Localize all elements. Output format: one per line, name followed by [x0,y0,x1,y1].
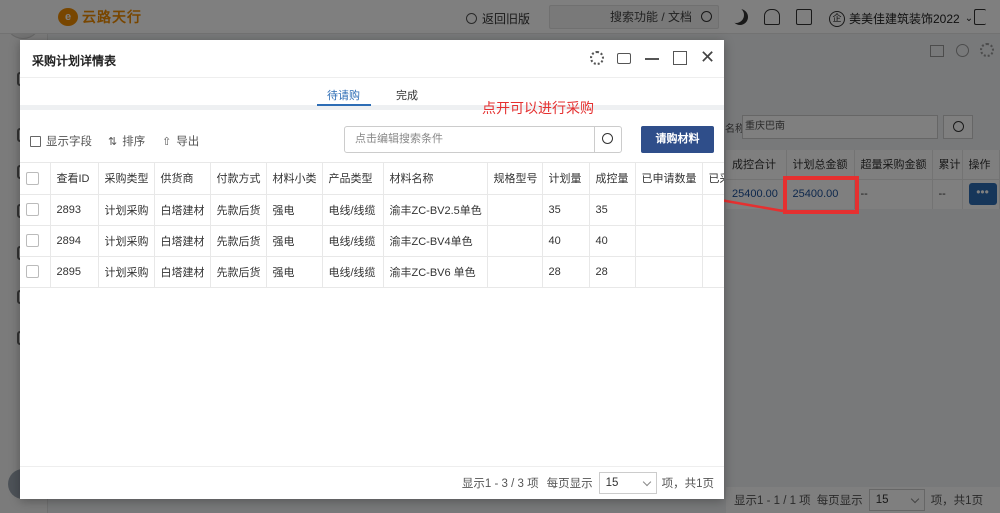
cell [487,256,543,288]
cell: 电线/线缆 [322,225,384,257]
table-header-row: 查看ID 采购类型 供货商 付款方式 材料小类 产品类型 材料名称 规格型号 计… [20,163,724,195]
column-header[interactable]: 供货商 [154,163,211,195]
cell [635,256,703,288]
close-icon[interactable]: ✕ [700,48,715,66]
cell: 渝丰ZC-BV6 单色 [383,256,488,288]
column-header[interactable]: 材料名称 [383,163,488,195]
cell: 白塔建材 [154,256,211,288]
page-size-select[interactable]: 15 [598,472,657,494]
cell: 电线/线缆 [322,194,384,226]
sort-label: 排序 [122,136,146,148]
cell: 28 [589,256,636,288]
search-placeholder: 点击编辑搜索条件 [355,133,443,145]
cell: 35 [589,194,636,226]
cell [702,225,724,257]
cell: 40 [542,225,590,257]
column-header[interactable]: 付款方式 [210,163,267,195]
export-button[interactable]: ⇧ 导出 [162,133,199,149]
cell: 计划采购 [98,256,155,288]
cell: 强电 [266,225,323,257]
page-summary: 显示1 - 3 / 3 项 [461,478,539,490]
column-header[interactable]: 采购类型 [98,163,155,195]
gear-icon[interactable] [590,51,604,65]
request-materials-button[interactable]: 请购材料 [641,126,714,153]
select-all-checkbox[interactable] [26,171,39,185]
sort-button[interactable]: ⇅ 排序 [108,133,145,149]
cell: 2895 [50,256,99,288]
row-checkbox[interactable] [26,203,39,216]
cell: 强电 [266,194,323,226]
search-button[interactable] [594,127,621,152]
cell [702,194,724,226]
column-header[interactable]: 产品类型 [322,163,384,195]
per-page-label: 每页显示 [546,478,593,490]
table-row[interactable]: 2894 计划采购 白塔建材 先款后货 强电 电线/线缆 渝丰ZC-BV4单色 … [20,225,724,257]
cell [487,194,543,226]
cell: 先款后货 [210,194,267,226]
annotation-highlight-box [783,176,859,214]
cell [635,225,703,257]
cell: 电线/线缆 [322,256,384,288]
search-icon [602,133,613,144]
row-checkbox[interactable] [26,265,39,278]
column-header[interactable]: 材料小类 [266,163,323,195]
annotation-hint: 点开可以进行采购 [482,100,594,116]
cell: 渝丰ZC-BV4单色 [383,225,488,257]
column-header[interactable]: 计划量 [542,163,590,195]
table-row[interactable]: 2895 计划采购 白塔建材 先款后货 强电 电线/线缆 渝丰ZC-BV6 单色… [20,256,724,288]
purchase-plan-table: 查看ID 采购类型 供货商 付款方式 材料小类 产品类型 材料名称 规格型号 计… [20,162,724,466]
tab-pending-purchase[interactable]: 待请购 [327,87,360,103]
column-header[interactable]: 已采 [702,163,724,195]
cell: 35 [542,194,590,226]
total-pages: 项，共1页 [661,478,714,490]
cell [487,225,543,257]
pagination: 显示1 - 3 / 3 项 每页显示 15 项，共1页 [20,466,724,499]
cell: 渝丰ZC-BV2.5单色 [383,194,488,226]
column-header[interactable]: 已申请数量 [635,163,703,195]
purchase-plan-dialog: 采购计划详情表 ✕ 待请购 完成 点开可以进行采购 显示字段 ⇅ 排序 ⇧ 导出… [20,40,724,499]
cell: 2894 [50,225,99,257]
column-header[interactable]: 查看ID [50,163,99,195]
column-header[interactable]: 成控量 [589,163,636,195]
search-conditions-input[interactable]: 点击编辑搜索条件 [344,126,622,153]
table-row[interactable]: 2893 计划采购 白塔建材 先款后货 强电 电线/线缆 渝丰ZC-BV2.5单… [20,194,724,226]
cell: 40 [589,225,636,257]
cell [635,194,703,226]
chevron-down-icon [642,477,651,487]
column-header[interactable]: 规格型号 [487,163,543,195]
page-size-value: 15 [605,477,619,489]
row-checkbox[interactable] [26,234,39,247]
cell: 先款后货 [210,225,267,257]
maximize-icon[interactable] [673,51,687,65]
minimize-icon[interactable] [645,58,659,60]
dialog-title: 采购计划详情表 [32,54,117,68]
cell: 2893 [50,194,99,226]
cell: 28 [542,256,590,288]
tab-completed[interactable]: 完成 [396,87,418,103]
cell: 先款后货 [210,256,267,288]
printer-icon[interactable] [617,53,631,64]
show-fields-button[interactable]: 显示字段 [30,133,92,149]
dialog-header: 采购计划详情表 ✕ [20,40,724,78]
cell: 计划采购 [98,225,155,257]
columns-icon [30,135,41,147]
cell: 强电 [266,256,323,288]
cell: 白塔建材 [154,225,211,257]
active-tab-indicator [317,104,371,106]
sort-icon: ⇅ [108,135,118,148]
show-fields-label: 显示字段 [46,136,92,148]
cell [702,256,724,288]
tab-bar: 待请购 完成 [20,78,724,110]
export-icon: ⇧ [162,135,172,148]
cell: 计划采购 [98,194,155,226]
export-label: 导出 [176,136,200,148]
cell: 白塔建材 [154,194,211,226]
